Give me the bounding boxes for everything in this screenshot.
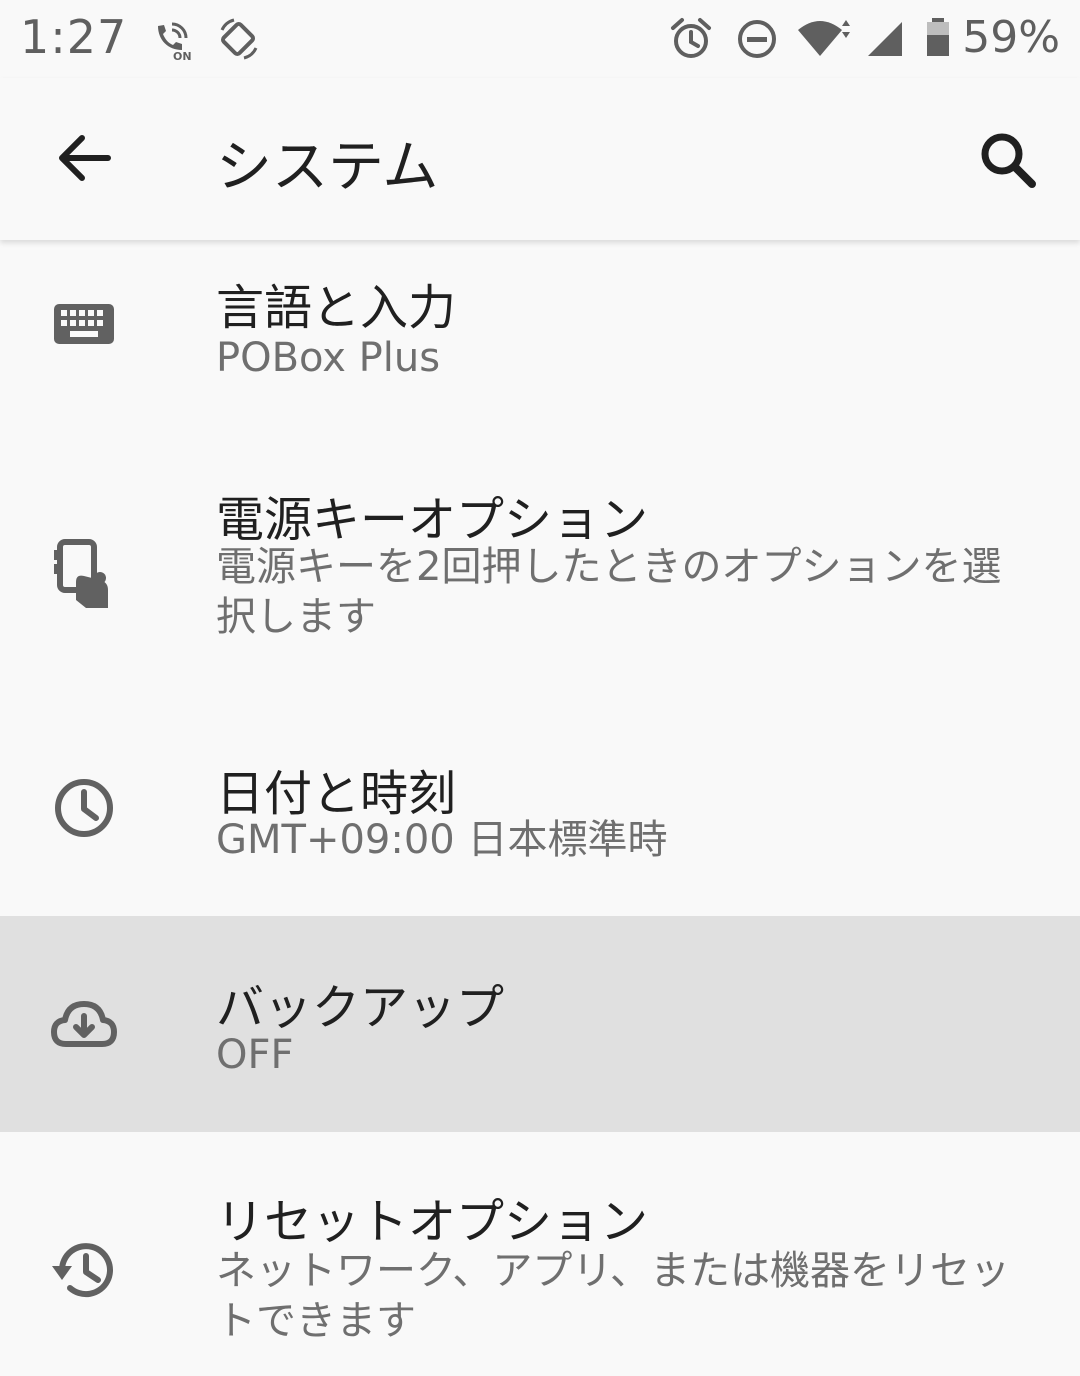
status-time: 1:27 [20, 10, 128, 64]
settings-item-title: 日付と時刻 [216, 766, 457, 822]
auto-rotate-icon [220, 18, 258, 60]
settings-item-power-key-options[interactable]: 電源キーオプション 電源キーを2回押したときのオプションを選択します [0, 450, 1080, 710]
power-key-phone-icon [54, 539, 108, 608]
alarm-icon [671, 18, 711, 58]
settings-item-date-time[interactable]: 日付と時刻 GMT+09:00 日本標準時 [0, 710, 1080, 916]
app-bar: システム [0, 78, 1080, 240]
reset-history-icon [52, 1243, 113, 1298]
settings-item-title: 電源キーオプション [216, 492, 649, 548]
settings-item-title: リセットオプション [216, 1194, 649, 1250]
back-button[interactable] [48, 120, 124, 196]
settings-item-summary: 電源キーを2回押したときのオプションを選択します [216, 544, 1002, 640]
do-not-disturb-icon [738, 20, 776, 58]
settings-item-language-input[interactable]: 言語と入力 POBox Plus [0, 240, 1080, 450]
keyboard-icon [54, 304, 114, 344]
battery-icon [927, 18, 949, 56]
clock-icon [55, 779, 113, 837]
volte-on-icon: ON [158, 22, 192, 62]
signal-icon [868, 22, 902, 56]
settings-item-summary: POBox Plus [216, 335, 441, 381]
settings-item-summary: GMT+09:00 日本標準時 [216, 817, 668, 863]
settings-item-title: バックアップ [216, 980, 505, 1036]
settings-item-summary: OFF [216, 1032, 294, 1078]
settings-item-reset-options[interactable]: リセットオプション ネットワーク、アプリ、または機器をリセットできます [0, 1132, 1080, 1376]
search-icon [981, 133, 1036, 188]
battery-percentage: 59% [962, 12, 1060, 63]
settings-item-backup[interactable]: バックアップ OFF [0, 916, 1080, 1132]
search-button[interactable] [970, 122, 1046, 198]
status-bar: 1:27 ON 59% [0, 0, 1080, 78]
page-title: システム [216, 135, 439, 200]
wifi-icon [798, 20, 850, 56]
svg-text:ON: ON [173, 50, 192, 62]
arrow-back-icon [59, 135, 111, 181]
cloud-download-icon [51, 1001, 117, 1047]
settings-item-summary: ネットワーク、アプリ、または機器をリセットできます [216, 1248, 1010, 1344]
settings-item-title: 言語と入力 [216, 280, 457, 336]
